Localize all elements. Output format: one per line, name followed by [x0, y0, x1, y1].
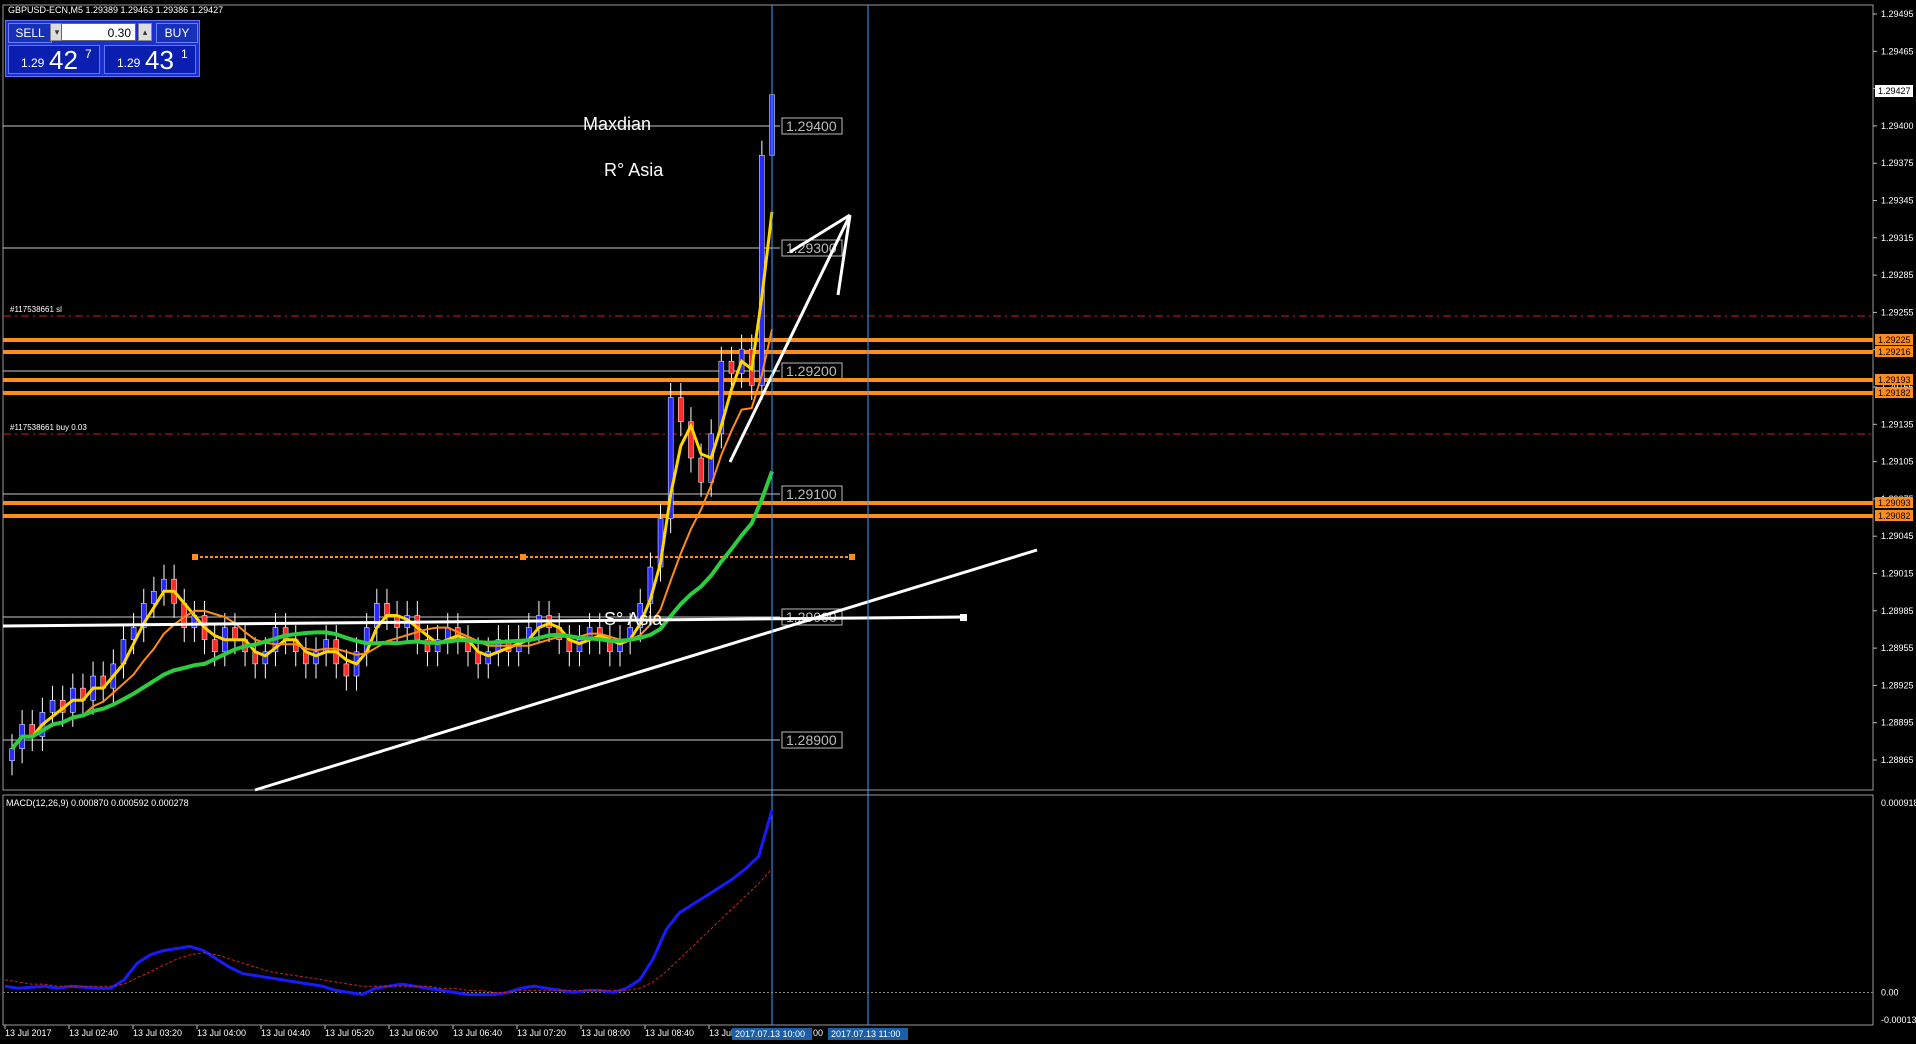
candle-body[interactable]: [698, 457, 704, 483]
main-plot-frame: [2, 4, 1874, 791]
candle-body[interactable]: [232, 627, 238, 640]
time-tick-label: 13 Jul 07:20: [517, 1028, 566, 1038]
level-box-label: 1.29200: [786, 363, 837, 379]
price-tick-label: 1.29255: [1881, 307, 1914, 317]
macd-plot-frame: [2, 794, 1874, 1026]
price-tick-label: 1.29465: [1881, 46, 1914, 56]
price-tick-label: 1.28955: [1881, 643, 1914, 653]
candle-body[interactable]: [151, 591, 157, 604]
one-click-trading-panel: SELL ▾ 0.30 ▴ BUY 1.29 42 7 1.29 43 1: [5, 20, 200, 77]
orange-level-tag-label: 1.29082: [1878, 511, 1911, 521]
time-tick-label: 13 Jul 06:40: [453, 1028, 502, 1038]
bid-big: 42: [49, 45, 78, 75]
orange-level-tag-label: 1.29225: [1878, 335, 1911, 345]
price-tick-label: 1.29375: [1881, 158, 1914, 168]
bid-prefix: 1.29: [21, 56, 45, 70]
cursor-time-label: 2017.07.13 10:00: [735, 1029, 805, 1039]
candle-body[interactable]: [211, 639, 218, 653]
s-asia-label: S° Asia: [604, 609, 663, 629]
cursor-time-label: 2017.07.13 11:00: [831, 1029, 900, 1039]
time-tick-label: 13 Jul 2017: [5, 1028, 52, 1038]
orange-anchor-handle[interactable]: [520, 554, 526, 560]
sell-button[interactable]: SELL: [8, 23, 52, 43]
candle-body[interactable]: [343, 663, 350, 677]
macd-signal-line: [4, 868, 773, 993]
maxdian-label: Maxdian: [583, 114, 651, 134]
candle-body[interactable]: [678, 397, 684, 422]
price-tick-label: 1.29345: [1881, 196, 1914, 206]
orange-anchor-handle[interactable]: [192, 554, 198, 560]
time-tick-label: 13 Jul 03:20: [133, 1028, 182, 1038]
bid-quote[interactable]: 1.29 42 7: [8, 45, 100, 74]
order-line-label: #117538661 buy 0.03: [10, 423, 87, 432]
ma-fast-line: [10, 211, 774, 750]
level-box-label: 1.29100: [786, 486, 837, 502]
price-tick-label: 1.29285: [1881, 270, 1914, 280]
candle-body[interactable]: [161, 578, 167, 592]
time-tick-label: 13 Jul 08:40: [645, 1028, 694, 1038]
price-tick-label: 1.29400: [1881, 121, 1914, 131]
price-tick-label: 1.28895: [1881, 718, 1914, 728]
price-tick-label: 1.28925: [1881, 680, 1914, 690]
orange-level-tag-label: 1.29093: [1878, 498, 1911, 508]
candles-group: [9, 80, 775, 776]
price-tick-label: 1.29495: [1881, 9, 1914, 19]
price-tick-label: 1.29105: [1881, 457, 1914, 467]
macd-label: MACD(12,26,9) 0.000870 0.000592 0.000278: [6, 798, 189, 808]
orange-level-tag-label: 1.29182: [1878, 388, 1911, 398]
orange-level-tag-label: 1.29216: [1878, 347, 1911, 357]
macd-tick-label: -0.000131: [1881, 1015, 1916, 1025]
price-tick-label: 1.28985: [1881, 606, 1914, 616]
time-tick-trailing: 00: [813, 1028, 823, 1038]
volume-input[interactable]: 0.30: [61, 23, 136, 41]
r-asia-label: R° Asia: [604, 160, 664, 180]
candle-body[interactable]: [9, 748, 15, 762]
time-tick-label: 13 Jul 04:40: [261, 1028, 310, 1038]
current-price-label: 1.29427: [1878, 86, 1911, 96]
ask-quote[interactable]: 1.29 43 1: [104, 45, 196, 74]
order-line-label: #117538661 sl: [10, 305, 62, 314]
level-box-label: 1.29400: [786, 118, 837, 134]
time-tick-label: 13 Jul 05:20: [325, 1028, 374, 1038]
price-tick-label: 1.29015: [1881, 569, 1914, 579]
time-tick-label: 13 Jul 08:00: [581, 1028, 630, 1038]
bid-pip: 7: [85, 47, 92, 61]
candle-body[interactable]: [49, 699, 56, 713]
level-box-label: 1.28900: [786, 732, 837, 748]
candle-body[interactable]: [384, 603, 390, 616]
symbol-info: GBPUSD-ECN,M5 1.29389 1.29463 1.29386 1.…: [8, 5, 223, 15]
price-tick-label: 1.29045: [1881, 531, 1914, 541]
ask-pip: 1: [181, 47, 188, 61]
orange-anchor-handle[interactable]: [849, 554, 855, 560]
orange-level-tag-label: 1.29193: [1878, 375, 1911, 385]
macd-tick-label: 0.000918: [1881, 798, 1916, 808]
time-tick-label: 13 Jul 06:00: [389, 1028, 438, 1038]
macd-tick-label: 0.00: [1881, 988, 1899, 998]
price-tick-label: 1.29315: [1881, 233, 1914, 243]
time-tick-label: 13 Jul 04:00: [197, 1028, 246, 1038]
candle-body[interactable]: [728, 360, 735, 374]
ask-prefix: 1.29: [117, 56, 141, 70]
price-tick-label: 1.28865: [1881, 755, 1914, 765]
price-chart[interactable]: GBPUSD-ECN,M5 1.29389 1.29463 1.29386 1.…: [0, 0, 1916, 1044]
level-box-label: 1.29300: [786, 240, 837, 256]
time-tick-label: 13 Jul: [709, 1028, 733, 1038]
volume-up-icon[interactable]: ▴: [138, 23, 152, 41]
buy-button[interactable]: BUY: [156, 23, 198, 43]
s-asia-handle[interactable]: [960, 614, 967, 621]
support-trendline[interactable]: [254, 548, 1038, 792]
time-tick-label: 13 Jul 02:40: [69, 1028, 118, 1038]
price-tick-label: 1.29135: [1881, 419, 1914, 429]
ask-big: 43: [145, 45, 174, 75]
macd-line: [4, 809, 774, 997]
